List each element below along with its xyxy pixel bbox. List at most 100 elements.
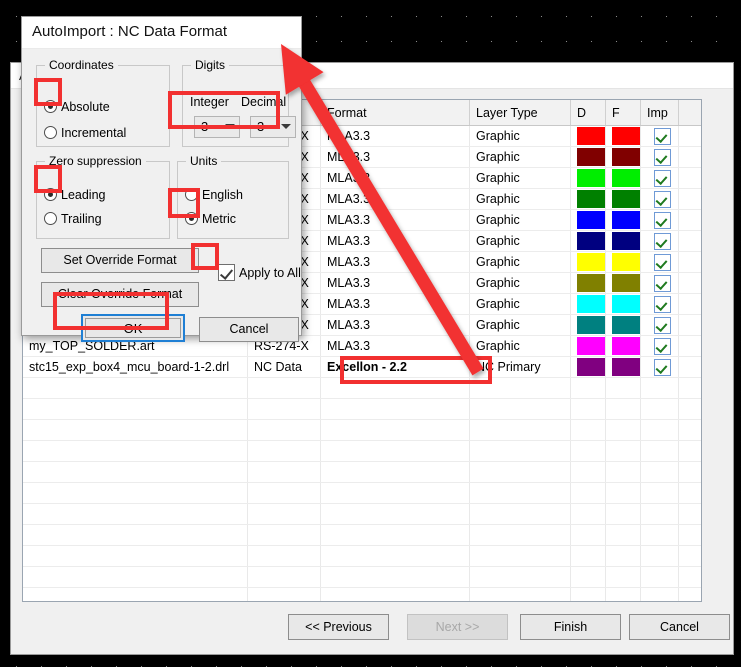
- cell-empty: [469, 503, 571, 525]
- cell-color-f[interactable]: [605, 251, 641, 273]
- cell-import-checkbox[interactable]: [640, 146, 679, 168]
- column-header-format[interactable]: Format: [320, 100, 470, 126]
- cell-color-d[interactable]: [570, 251, 606, 273]
- cell-empty: [605, 440, 641, 462]
- cell-import-checkbox[interactable]: [640, 209, 679, 231]
- cell-import-checkbox[interactable]: [640, 230, 679, 252]
- color-swatch: [577, 169, 605, 187]
- cell-color-f[interactable]: [605, 272, 641, 294]
- cell-empty: [640, 524, 679, 546]
- cell-empty: [570, 587, 606, 601]
- cell-empty: [570, 419, 606, 441]
- check-icon: [654, 274, 671, 292]
- column-header-layer-type[interactable]: Layer Type: [469, 100, 571, 126]
- cell-empty: [247, 524, 321, 546]
- cell-color-d[interactable]: [570, 335, 606, 357]
- radio-trailing[interactable]: Trailing: [44, 212, 102, 226]
- cell-layer-type: Graphic: [469, 188, 571, 210]
- cell-format: MLA3.3: [320, 209, 470, 231]
- cell-color-d[interactable]: [570, 293, 606, 315]
- cancel-button[interactable]: Cancel: [629, 614, 730, 640]
- radio-incremental[interactable]: Incremental: [44, 126, 126, 140]
- cell-color-d[interactable]: [570, 125, 606, 147]
- table-row-empty[interactable]: [23, 545, 701, 567]
- cell-color-d[interactable]: [570, 167, 606, 189]
- column-header-d[interactable]: D: [570, 100, 606, 126]
- cell-color-d[interactable]: [570, 314, 606, 336]
- cell-import-checkbox[interactable]: [640, 356, 679, 378]
- cell-color-f[interactable]: [605, 335, 641, 357]
- cell-empty: [640, 587, 679, 601]
- cell-empty: [605, 503, 641, 525]
- check-icon: [654, 211, 671, 229]
- highlight-digits-selects: [168, 91, 280, 129]
- cell-color-d[interactable]: [570, 188, 606, 210]
- table-row-empty[interactable]: [23, 440, 701, 462]
- color-swatch: [577, 127, 605, 145]
- color-swatch: [612, 316, 640, 334]
- finish-button[interactable]: Finish: [520, 614, 621, 640]
- cell-empty: [678, 398, 701, 420]
- cell-import-checkbox[interactable]: [640, 335, 679, 357]
- cell-empty: [247, 398, 321, 420]
- column-header-f[interactable]: F: [605, 100, 641, 126]
- cell-format: MLA3.3: [320, 167, 470, 189]
- cell-color-f[interactable]: [605, 230, 641, 252]
- cell-color-f[interactable]: [605, 314, 641, 336]
- cell-import-checkbox[interactable]: [640, 293, 679, 315]
- cell-import-checkbox[interactable]: [640, 251, 679, 273]
- dialog-cancel-button[interactable]: Cancel: [199, 317, 299, 342]
- cell-empty: [23, 377, 248, 399]
- table-row-empty[interactable]: [23, 482, 701, 504]
- table-row-empty[interactable]: [23, 398, 701, 420]
- cell-color-d[interactable]: [570, 230, 606, 252]
- cell-color-f[interactable]: [605, 209, 641, 231]
- cell-import-checkbox[interactable]: [640, 125, 679, 147]
- cell-color-f[interactable]: [605, 356, 641, 378]
- cell-format: MLA3.3: [320, 314, 470, 336]
- previous-button[interactable]: << Previous: [288, 614, 389, 640]
- cell-color-d[interactable]: [570, 146, 606, 168]
- cell-color-f[interactable]: [605, 125, 641, 147]
- cell-color-f[interactable]: [605, 167, 641, 189]
- cell-empty: [469, 461, 571, 483]
- color-swatch: [577, 358, 605, 376]
- cell-empty: [605, 461, 641, 483]
- cell-empty: [640, 398, 679, 420]
- table-row-empty[interactable]: [23, 566, 701, 588]
- color-swatch: [612, 190, 640, 208]
- table-row-empty[interactable]: [23, 524, 701, 546]
- highlight-excellon-format: [340, 356, 492, 384]
- cell-empty: [23, 503, 248, 525]
- cell-empty: [247, 461, 321, 483]
- cell-empty: [247, 545, 321, 567]
- cell-empty: [23, 398, 248, 420]
- wizard-button-bar: << Previous Next >> Finish Cancel: [11, 604, 733, 654]
- cell-color-d[interactable]: [570, 272, 606, 294]
- cell-color-d[interactable]: [570, 209, 606, 231]
- cell-empty: [23, 566, 248, 588]
- cell-import-checkbox[interactable]: [640, 167, 679, 189]
- cell-empty: [605, 482, 641, 504]
- table-row-empty[interactable]: [23, 461, 701, 483]
- cell-color-d[interactable]: [570, 356, 606, 378]
- cell-color-f[interactable]: [605, 293, 641, 315]
- table-row-empty[interactable]: [23, 503, 701, 525]
- set-override-format-button[interactable]: Set Override Format: [41, 248, 199, 273]
- cell-empty: [570, 524, 606, 546]
- table-row-empty[interactable]: [23, 419, 701, 441]
- cell-spacer: [678, 146, 701, 168]
- cell-import-checkbox[interactable]: [640, 272, 679, 294]
- cell-empty: [247, 419, 321, 441]
- cell-empty: [320, 503, 470, 525]
- table-row-empty[interactable]: [23, 587, 701, 601]
- cell-color-f[interactable]: [605, 188, 641, 210]
- cell-color-f[interactable]: [605, 146, 641, 168]
- color-swatch: [612, 295, 640, 313]
- column-header-imp[interactable]: Imp: [640, 100, 679, 126]
- cell-empty: [320, 482, 470, 504]
- cell-empty: [605, 419, 641, 441]
- cell-import-checkbox[interactable]: [640, 314, 679, 336]
- cell-import-checkbox[interactable]: [640, 188, 679, 210]
- apply-to-all-checkbox[interactable]: [218, 264, 235, 281]
